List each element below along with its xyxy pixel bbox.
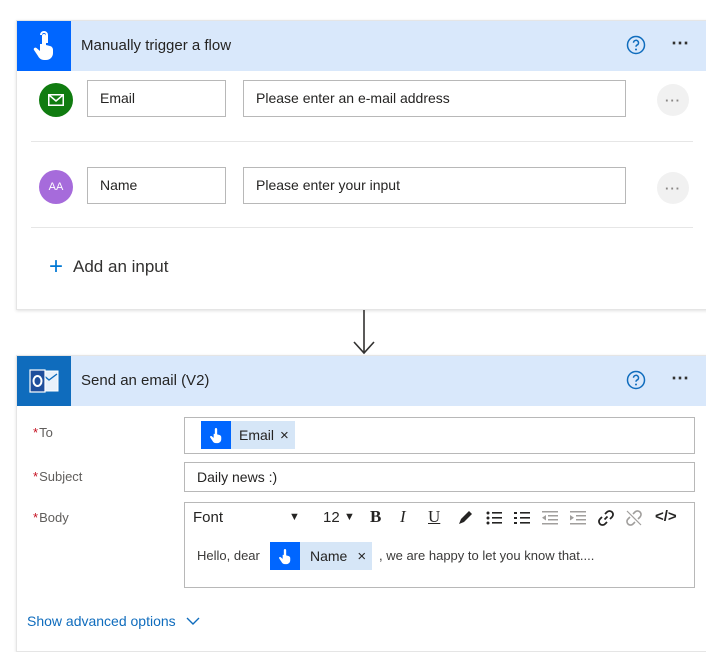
underline-button[interactable]: U	[428, 507, 440, 527]
body-text-suffix: , we are happy to let you know that....	[379, 548, 595, 563]
increase-indent-icon[interactable]	[569, 509, 587, 527]
divider	[31, 227, 693, 228]
to-field[interactable]: Email ×	[184, 417, 695, 454]
trigger-title: Manually trigger a flow	[81, 37, 232, 54]
touch-hand-icon	[270, 542, 300, 570]
to-label: *To	[33, 425, 53, 440]
text-input-icon: AA	[39, 170, 73, 204]
trigger-card: Manually trigger a flow ⋯ Email Please e…	[16, 20, 706, 310]
send-email-title: Send an email (V2)	[81, 372, 210, 389]
subject-label: *Subject	[33, 469, 83, 484]
bold-button[interactable]: B	[370, 507, 381, 527]
email-token-label: Email	[239, 427, 275, 443]
divider	[31, 141, 693, 142]
editor-toolbar: Font ▼ 12 ▼ B I U </>	[185, 503, 694, 531]
name-input-menu-button[interactable]: ···	[657, 172, 689, 204]
advanced-options-label: Show advanced options	[27, 613, 176, 629]
font-size-select[interactable]: 12	[323, 509, 340, 526]
add-input-button[interactable]: + Add an input	[49, 255, 168, 279]
email-input-menu-button[interactable]: ···	[657, 84, 689, 116]
send-email-card: Send an email (V2) ⋯ *To Email × *Subjec…	[16, 355, 706, 652]
code-view-button[interactable]: </>	[655, 508, 677, 525]
name-token[interactable]: Name ×	[270, 542, 373, 570]
chevron-down-icon	[186, 617, 200, 625]
add-input-label: Add an input	[73, 257, 169, 276]
remove-token-icon[interactable]: ×	[357, 548, 366, 565]
email-token[interactable]: Email ×	[201, 421, 295, 449]
email-input-name[interactable]: Email	[87, 80, 226, 117]
unlink-icon[interactable]	[625, 509, 643, 527]
font-dropdown-icon[interactable]: ▼	[289, 511, 300, 523]
body-editor[interactable]: Font ▼ 12 ▼ B I U </> Hello, dear Name ×…	[184, 502, 695, 588]
touch-hand-icon	[201, 421, 231, 449]
decrease-indent-icon[interactable]	[541, 509, 559, 527]
subject-input[interactable]: Daily news :)	[184, 462, 695, 492]
send-email-header[interactable]: Send an email (V2) ⋯	[17, 356, 706, 406]
numbered-list-icon[interactable]	[513, 509, 531, 527]
more-options-icon[interactable]: ⋯	[671, 33, 691, 54]
body-text-prefix: Hello, dear	[197, 548, 260, 563]
more-options-icon[interactable]: ⋯	[671, 368, 691, 389]
remove-token-icon[interactable]: ×	[280, 427, 289, 444]
plus-icon: +	[49, 253, 64, 280]
name-input-name[interactable]: Name	[87, 167, 226, 204]
font-select[interactable]: Font	[193, 509, 223, 526]
email-input-placeholder[interactable]: Please enter an e-mail address	[243, 80, 626, 117]
font-size-dropdown-icon[interactable]: ▼	[344, 511, 355, 523]
trigger-header[interactable]: Manually trigger a flow ⋯	[17, 21, 706, 71]
bullet-list-icon[interactable]	[485, 509, 503, 527]
flow-arrow-icon	[353, 310, 375, 355]
touch-hand-icon	[17, 21, 71, 71]
italic-button[interactable]: I	[400, 507, 406, 527]
email-input-icon	[39, 83, 73, 117]
name-input-placeholder[interactable]: Please enter your input	[243, 167, 626, 204]
highlight-pen-icon[interactable]	[456, 509, 474, 527]
show-advanced-options-link[interactable]: Show advanced options	[27, 613, 200, 629]
name-token-label: Name	[310, 548, 348, 564]
outlook-icon	[17, 356, 71, 406]
link-icon[interactable]	[597, 509, 615, 527]
help-icon[interactable]	[626, 370, 646, 395]
body-label: *Body	[33, 510, 69, 525]
help-icon[interactable]	[626, 35, 646, 60]
